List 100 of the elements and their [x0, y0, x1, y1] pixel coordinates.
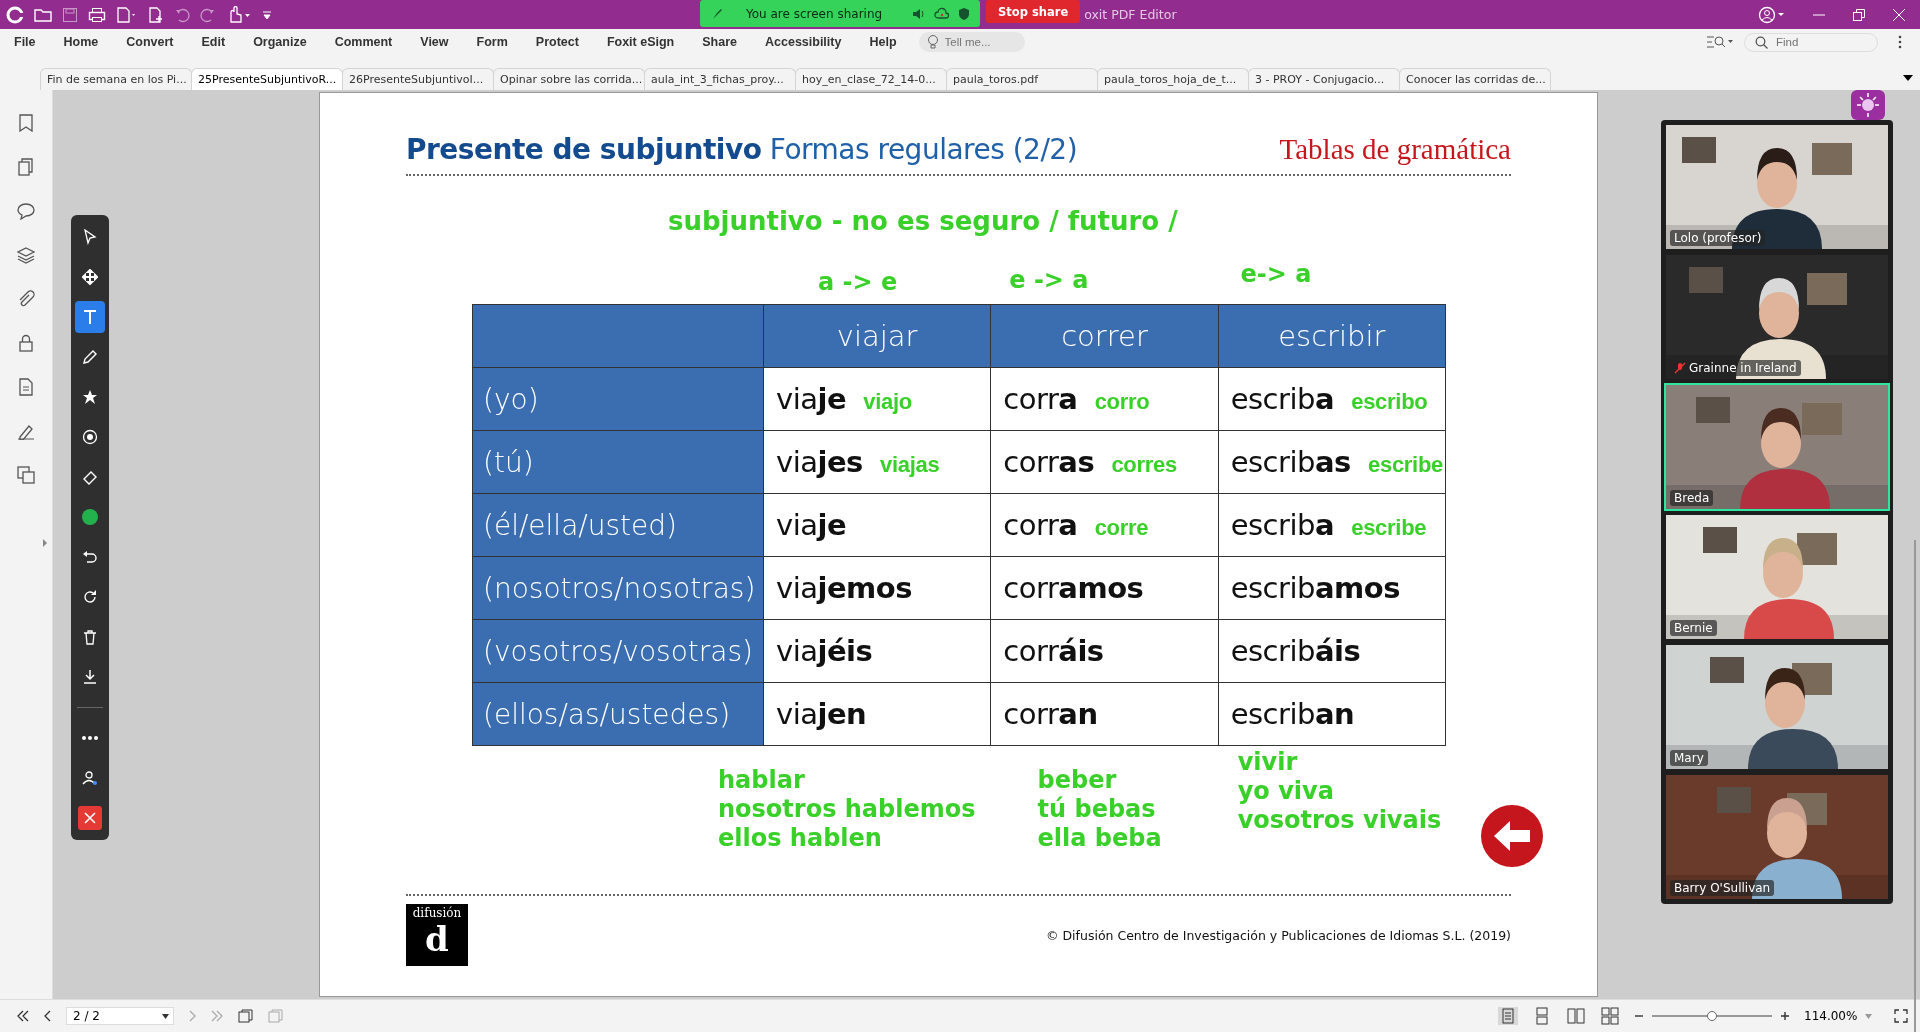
verb-form: escriba — [1230, 382, 1335, 416]
menu-item[interactable]: Home — [63, 35, 99, 49]
verb-form: viajes — [776, 445, 863, 479]
download-icon — [82, 669, 98, 685]
verb-form: escribas — [1230, 445, 1351, 479]
first-page-icon[interactable] — [16, 1010, 30, 1022]
text-icon — [82, 309, 98, 325]
video-tile[interactable]: Mary — [1664, 643, 1890, 771]
pages-icon[interactable] — [18, 158, 34, 176]
trash-icon — [82, 629, 98, 645]
single-page-view-icon[interactable] — [1498, 1007, 1518, 1025]
brightness-button[interactable] — [1851, 90, 1885, 120]
comment-icon[interactable] — [17, 202, 35, 220]
print-icon[interactable] — [88, 6, 106, 23]
zoom-field[interactable]: 114.00% — [1804, 1009, 1880, 1023]
menu-item[interactable]: Share — [702, 35, 737, 49]
move-icon — [82, 269, 98, 285]
participant-name: Mary — [1670, 750, 1708, 766]
handwritten-note: yo viva — [1237, 777, 1335, 806]
caret-icon — [1865, 1013, 1873, 1019]
fullscreen-icon[interactable] — [1894, 1009, 1908, 1023]
video-tile[interactable]: Breda — [1664, 383, 1890, 511]
two-page-continuous-icon[interactable] — [1600, 1007, 1620, 1025]
video-tile[interactable]: Barry O'Sullivan — [1664, 773, 1890, 901]
zoom-in-icon[interactable] — [1780, 1011, 1790, 1021]
menu-item[interactable]: Foxit eSign — [606, 35, 675, 49]
stop-share-button[interactable]: Stop share — [986, 0, 1081, 23]
expand-panel-icon[interactable] — [42, 538, 48, 548]
redo-icon[interactable] — [200, 6, 216, 23]
folder-icon[interactable] — [34, 6, 52, 23]
handwritten-note: a -> e — [818, 268, 898, 298]
undo-icon[interactable] — [174, 6, 190, 23]
verb-form: viaje — [776, 382, 847, 416]
handwritten-note: nosotros hablemos — [718, 795, 976, 824]
publisher-logo: difusión d — [406, 904, 468, 966]
menu-item[interactable]: View — [420, 35, 449, 49]
menu-item[interactable]: Protect — [535, 35, 579, 49]
menu-item[interactable]: Convert — [126, 35, 174, 49]
verb-form: corras — [1003, 445, 1095, 479]
video-tile[interactable]: Lolo (profesor) — [1664, 123, 1890, 251]
video-tile[interactable]: Grainne in Ireland — [1664, 253, 1890, 381]
tab-list-caret-icon[interactable] — [1902, 74, 1914, 82]
copyright-notice: © Difusión Centro de Investigación y Publicaciones de Idiomas S.L. (2019) — [1046, 927, 1511, 943]
video-tile[interactable]: Bernie — [1664, 513, 1890, 641]
stamp-icon — [82, 429, 98, 445]
verb-form: viaje — [776, 508, 847, 542]
section-title: Tablas de gramática — [1279, 133, 1511, 166]
layers-icon[interactable] — [17, 246, 35, 264]
verb-form: corramos — [1003, 571, 1144, 605]
previous-page-icon[interactable] — [44, 1010, 52, 1022]
undo-icon — [82, 549, 98, 565]
verb-form: corráis — [1003, 634, 1104, 668]
tell-me-input[interactable]: Tell me... — [944, 36, 1005, 48]
find-input[interactable]: Find — [1776, 36, 1856, 48]
handwritten-note: escribo — [1351, 389, 1428, 414]
account-icon[interactable] — [1758, 5, 1786, 24]
search-list-icon[interactable] — [1706, 34, 1734, 50]
user-icon — [82, 770, 98, 786]
document-icon[interactable] — [116, 6, 138, 23]
menu-item[interactable]: Edit — [201, 35, 226, 49]
two-page-view-icon[interactable] — [1566, 1007, 1586, 1025]
handwritten-note: viajo — [863, 389, 912, 414]
handwritten-note: vivir — [1237, 748, 1299, 777]
menu-item[interactable]: Organize — [253, 35, 307, 49]
handwritten-note: corres — [1111, 452, 1177, 477]
menu-item[interactable]: Accessibility — [765, 35, 842, 49]
copy-page-icon[interactable] — [238, 1009, 254, 1023]
verb-form: escriba — [1230, 508, 1335, 542]
bookmark-icon[interactable] — [18, 114, 34, 132]
document-icon[interactable] — [18, 378, 34, 396]
column-header: viajar — [763, 304, 991, 368]
restore-icon[interactable] — [1852, 7, 1866, 22]
copy-icon[interactable] — [17, 466, 35, 484]
document-tab[interactable]: 25PresenteSubjuntivoR... — [191, 68, 343, 90]
sharing-status: You are screen sharing — [746, 6, 883, 21]
cloud-icon[interactable] — [934, 6, 950, 21]
save-icon[interactable] — [62, 6, 78, 23]
new-document-icon[interactable] — [148, 6, 164, 23]
customize-caret-icon[interactable] — [262, 9, 272, 20]
menu-item[interactable]: Comment — [334, 35, 393, 49]
lock-icon[interactable] — [18, 334, 34, 352]
page-number-field[interactable]: 2 / 2 — [66, 1007, 174, 1025]
app-logo-icon — [6, 5, 24, 24]
zoom-slider-thumb[interactable] — [1707, 1011, 1717, 1021]
menu-item[interactable]: Form — [476, 35, 508, 49]
menu-item[interactable]: Help — [869, 35, 897, 49]
handwritten-note: corre — [1094, 515, 1149, 540]
column-header: correr — [990, 304, 1219, 368]
menu-item[interactable]: File — [14, 35, 36, 49]
participant-name: Breda — [1670, 490, 1714, 506]
close-icon[interactable] — [1892, 7, 1906, 22]
verb-form: viajéis — [776, 634, 873, 668]
more-options-icon[interactable] — [1898, 35, 1902, 49]
handwritten-note: ella beba — [1037, 824, 1162, 853]
text-tool-button[interactable] — [75, 301, 105, 333]
eraser-icon — [82, 469, 98, 485]
paperclip-icon[interactable] — [17, 290, 35, 308]
shield-icon[interactable] — [958, 6, 970, 21]
tell-me-field[interactable]: Tell me... — [918, 32, 1025, 52]
speaker-icon[interactable] — [912, 6, 926, 21]
